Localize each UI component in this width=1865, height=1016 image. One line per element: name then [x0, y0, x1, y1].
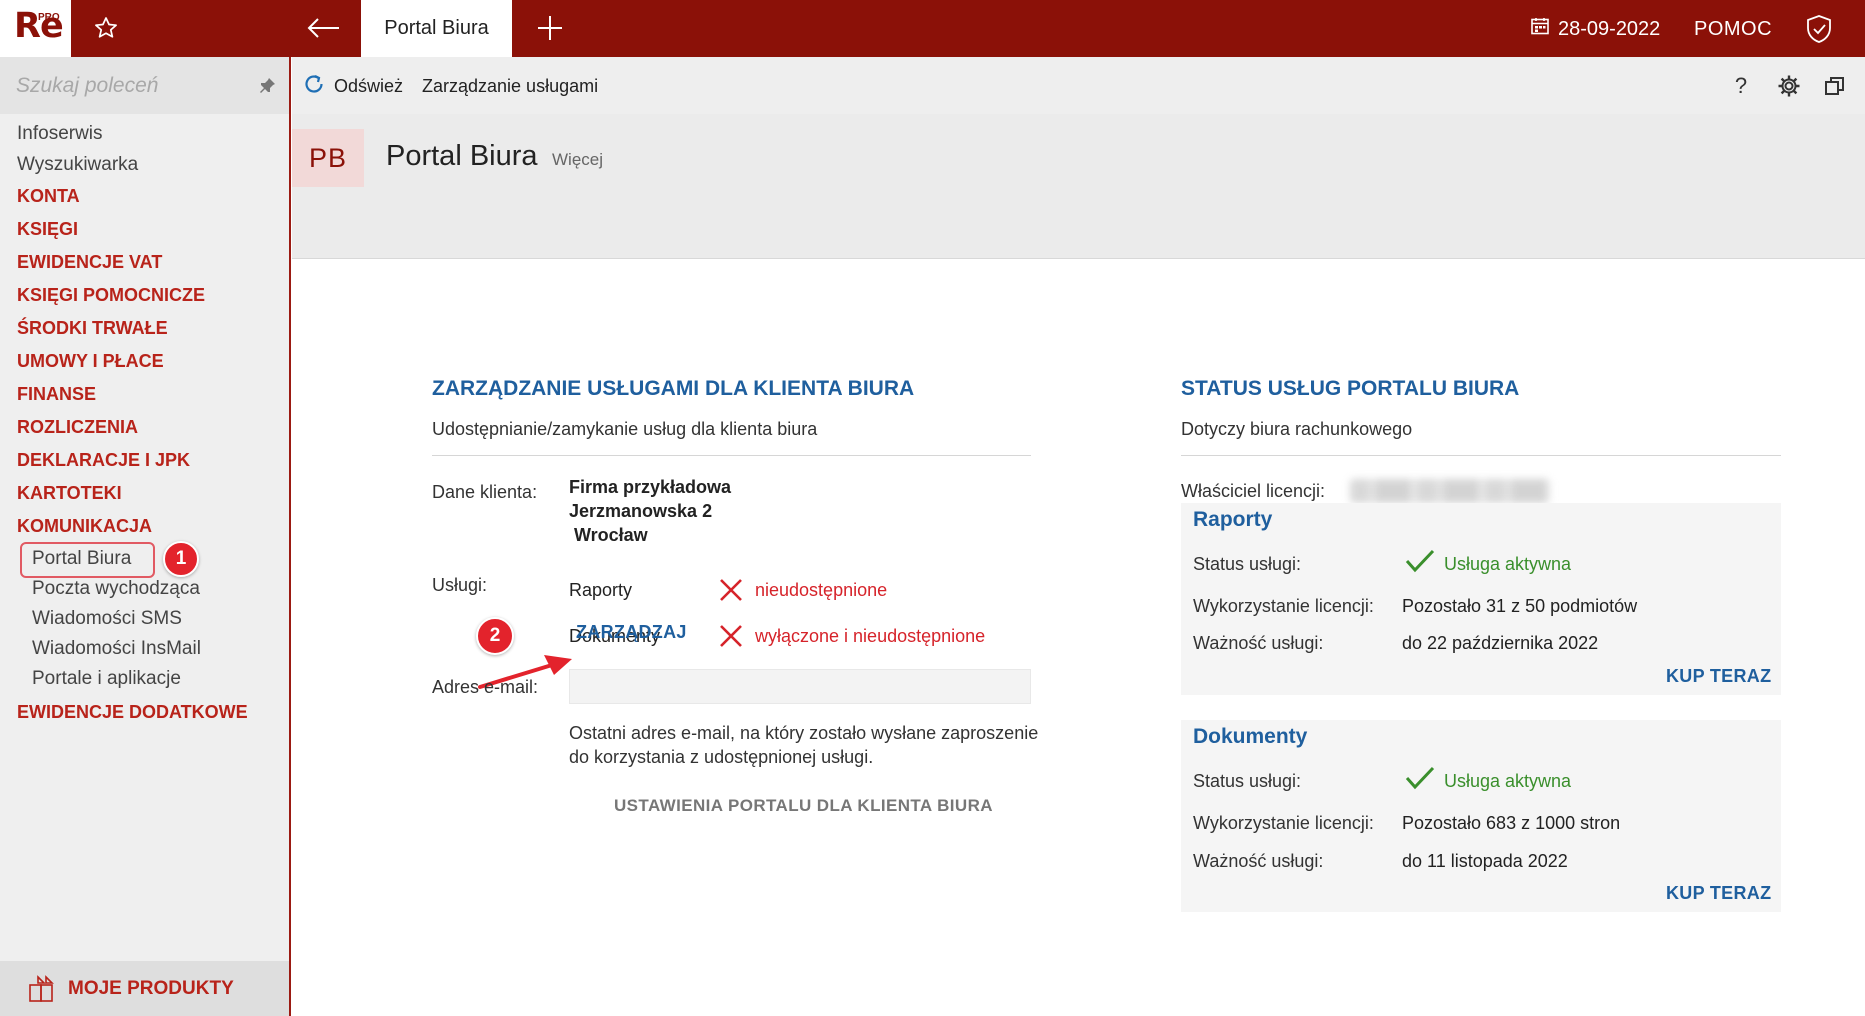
usage-label: Wykorzystanie licencji: — [1193, 813, 1374, 833]
buy-now-button-dokumenty[interactable]: KUP TERAZ — [1666, 883, 1771, 904]
buy-now-button-raporty[interactable]: KUP TERAZ — [1666, 666, 1771, 687]
portal-status-title: STATUS USŁUG PORTALU BIURA — [1181, 377, 1520, 400]
help-question-icon[interactable]: ? — [1726, 71, 1756, 101]
more-link[interactable]: Więcej — [552, 150, 603, 170]
usage-value-dokumenty: Pozostało 683 z 1000 stron — [1402, 813, 1621, 833]
sidebar-item-ewidencje-dodatkowe[interactable]: EWIDENCJE DODATKOWE — [17, 702, 248, 723]
help-menu[interactable]: POMOC — [1694, 14, 1772, 44]
products-box-icon — [28, 974, 56, 1003]
pin-icon[interactable] — [256, 75, 278, 97]
portal-status-subtitle: Dotyczy biura rachunkowego — [1181, 419, 1413, 439]
sidebar: Infoserwis Wyszukiwarka KONTA KSIĘGI EWI… — [0, 57, 291, 1016]
sidebar-item-kartoteki[interactable]: KARTOTEKI — [17, 483, 122, 504]
manage-link[interactable]: ZARZĄDZAJ — [576, 622, 687, 643]
license-owner-redacted — [1350, 479, 1550, 503]
email-label: Adres e-mail: — [432, 677, 539, 697]
shield-check-icon[interactable] — [1802, 12, 1836, 46]
sidebar-item-konta[interactable]: KONTA — [17, 186, 80, 207]
sidebar-item-rozliczenia[interactable]: ROZLICZENIA — [17, 417, 138, 438]
calendar-icon — [1530, 16, 1550, 42]
current-date: 28-09-2022 — [1558, 17, 1661, 40]
sidebar-item-ksiegi[interactable]: KSIĘGI — [17, 219, 78, 240]
status-value-dokumenty: Usługa aktywna — [1444, 771, 1572, 791]
license-owner-label: Właściciel licencji: — [1181, 481, 1326, 501]
sidebar-item-portale-i-aplikacje[interactable]: Portale i aplikacje — [32, 668, 181, 690]
sidebar-item-wiadomosci-insmail[interactable]: Wiadomości InsMail — [32, 638, 201, 660]
sidebar-item-umowy-i-place[interactable]: UMOWY I PŁACE — [17, 351, 164, 372]
client-city: Wrocław — [574, 525, 648, 545]
sidebar-item-ewidencje-vat[interactable]: EWIDENCJE VAT — [17, 252, 162, 273]
service-card-dokumenty: Dokumenty Status usługi: Usługa aktywna … — [1181, 720, 1781, 912]
sidebar-item-ksiegi-pomocnicze[interactable]: KSIĘGI POMOCNICZE — [17, 285, 205, 306]
validity-value-dokumenty: do 11 listopada 2022 — [1402, 851, 1568, 871]
usage-label: Wykorzystanie licencji: — [1193, 596, 1374, 616]
client-name: Firma przykładowa — [569, 477, 732, 497]
logo-badge: PRO — [38, 12, 60, 23]
client-data-label: Dane klienta: — [432, 482, 538, 502]
active-item-highlight — [20, 542, 155, 578]
toolbar: Odśwież Zarządzanie usługami ? — [292, 57, 1865, 114]
top-bar: Re PRO Portal Biura 28-09-2022 POMOC — [0, 0, 1865, 57]
command-search-input[interactable] — [16, 71, 246, 101]
client-street: Jerzmanowska 2 — [569, 501, 713, 521]
refresh-icon — [302, 72, 326, 101]
status-label: Status usługi: — [1193, 771, 1302, 791]
back-arrow-icon[interactable] — [303, 10, 343, 46]
divider — [432, 455, 1031, 456]
active-check-icon — [1405, 766, 1435, 790]
unavailable-x-icon — [720, 625, 742, 647]
app-logo[interactable]: Re PRO — [0, 0, 71, 57]
portal-settings-link[interactable]: USTAWIENIA PORTALU DLA KLIENTA BIURA — [614, 796, 993, 816]
refresh-label: Odśwież — [334, 75, 404, 96]
sidebar-item-wyszukiwarka[interactable]: Wyszukiwarka — [17, 154, 138, 176]
sidebar-item-finanse[interactable]: FINANSE — [17, 384, 96, 405]
sidebar-item-wiadomosci-sms[interactable]: Wiadomości SMS — [32, 608, 182, 630]
service-card-raporty: Raporty Status usługi: Usługa aktywna Wy… — [1181, 503, 1781, 695]
services-management-title: ZARZĄDZANIE USŁUGAMI DLA KLIENTA BIURA — [432, 377, 915, 400]
page-title: Portal Biura — [386, 140, 538, 172]
settings-gear-icon[interactable] — [1774, 71, 1804, 101]
favorite-star-icon[interactable] — [88, 10, 124, 46]
active-check-icon — [1405, 549, 1435, 573]
refresh-button[interactable]: Odśwież — [302, 71, 403, 101]
validity-label: Ważność usługi: — [1193, 633, 1324, 653]
email-field[interactable] — [569, 669, 1031, 704]
new-tab-plus-icon[interactable] — [530, 10, 570, 46]
usage-value-raporty: Pozostało 31 z 50 podmiotów — [1402, 596, 1638, 616]
card-title-dokumenty: Dokumenty — [1193, 725, 1308, 748]
unavailable-x-icon — [720, 579, 742, 601]
command-search — [0, 57, 289, 114]
date-display[interactable]: 28-09-2022 — [1530, 14, 1660, 44]
status-label: Status usługi: — [1193, 554, 1302, 574]
sidebar-item-infoserwis[interactable]: Infoserwis — [17, 123, 103, 145]
my-products-label: MOJE PRODUKTY — [68, 977, 234, 999]
status-value-raporty: Usługa aktywna — [1444, 554, 1572, 574]
page-badge: PB — [292, 129, 364, 187]
services-management-subtitle: Udostępnianie/zamykanie usług dla klient… — [432, 419, 818, 439]
content: ZARZĄDZANIE USŁUGAMI DLA KLIENTA BIURA U… — [292, 259, 1865, 1016]
card-title-raporty: Raporty — [1193, 508, 1273, 531]
sidebar-item-poczta-wychodzaca[interactable]: Poczta wychodząca — [32, 578, 200, 600]
service-dokumenty-status: wyłączone i nieudostępnione — [755, 626, 986, 646]
validity-label: Ważność usługi: — [1193, 851, 1324, 871]
divider — [1181, 455, 1781, 456]
service-raporty: Raporty — [569, 580, 633, 600]
sidebar-item-komunikacja[interactable]: KOMUNIKACJA — [17, 516, 152, 537]
email-note: Ostatni adres e-mail, na który zostało w… — [569, 723, 1039, 767]
services-label: Usługi: — [432, 575, 488, 595]
sidebar-item-srodki-trwale[interactable]: ŚRODKI TRWAŁE — [17, 318, 168, 339]
validity-value-raporty: do 22 października 2022 — [1402, 633, 1599, 653]
page-header: PB Portal Biura Więcej — [292, 114, 1865, 259]
sidebar-item-deklaracje-i-jpk[interactable]: DEKLARACJE I JPK — [17, 450, 190, 471]
service-raporty-status: nieudostępnione — [755, 580, 888, 600]
tab-portal-biura[interactable]: Portal Biura — [361, 0, 512, 57]
my-products-button[interactable]: MOJE PRODUKTY — [0, 961, 289, 1016]
annotation-badge-1: 1 — [163, 541, 199, 577]
main-area: Odśwież Zarządzanie usługami ? PB Portal… — [292, 57, 1865, 1016]
window-restore-icon[interactable] — [1820, 71, 1850, 101]
manage-services-button[interactable]: Zarządzanie usługami — [422, 71, 598, 101]
